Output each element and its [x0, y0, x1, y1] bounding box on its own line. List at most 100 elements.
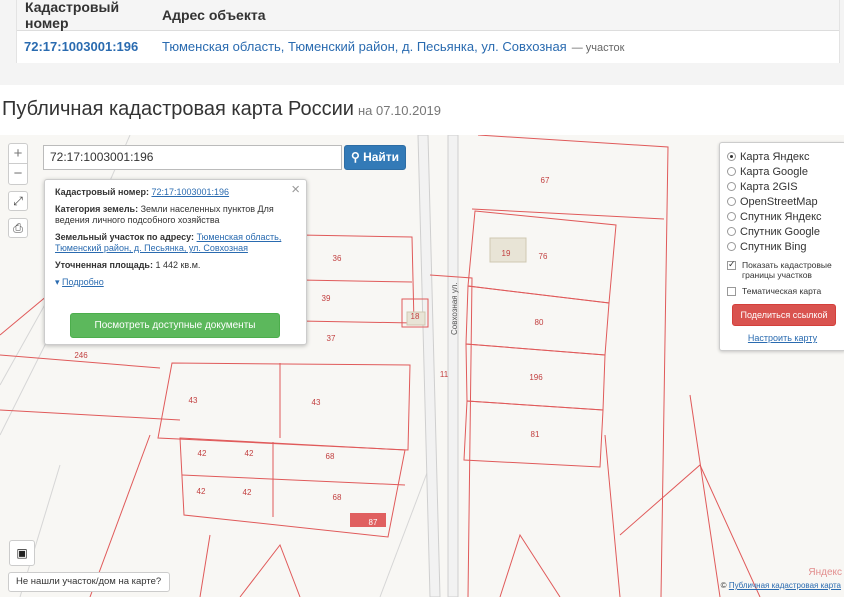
radio-checked-icon[interactable] [727, 152, 736, 161]
page-title-text: Публичная кадастровая карта России [2, 98, 354, 120]
parcel-border [199, 534, 211, 597]
parcel-label: 18 [411, 312, 420, 321]
parcel-label: 43 [189, 396, 198, 405]
search-results-panel: Кадастровый номер Адрес объекта 72:17:10… [0, 0, 844, 85]
header-address: Адрес объекта [162, 7, 266, 23]
parcel-label: 42 [245, 449, 254, 458]
search-icon: ⚲ [350, 150, 360, 164]
copyright-link[interactable]: Публичная кадастровая карта [729, 581, 841, 590]
parcel-border [499, 533, 561, 597]
parcel-border [299, 279, 413, 283]
parcel-label: 39 [322, 294, 331, 303]
thematic-map-label[interactable]: Тематическая карта [742, 286, 821, 296]
print-button[interactable]: ⎙ [8, 218, 28, 238]
radio-icon[interactable] [727, 167, 736, 176]
layer-option[interactable]: Спутник Bing [727, 239, 838, 254]
popup-cadastral-line: Кадастровый номер: 72:17:1003001:196 [55, 187, 296, 198]
popup-category-label: Категория земель: [55, 204, 139, 214]
popup-area-value: 1 442 кв.м. [155, 260, 201, 270]
search-input[interactable]: 72:17:1003001:196 [43, 145, 342, 170]
popup-category-line: Категория земель: Земли населенных пункт… [55, 204, 296, 226]
show-borders-checkbox[interactable]: Показать кадастровые границы участков [727, 259, 838, 280]
result-cadastral-link[interactable]: 72:17:1003001:196 [17, 39, 162, 54]
popup-area-label: Уточненная площадь: [55, 260, 153, 270]
fullscreen-button[interactable]: ⤢ [8, 191, 28, 211]
layer-option-label[interactable]: Спутник Яндекс [740, 211, 822, 223]
layer-option-label[interactable]: Спутник Google [740, 226, 820, 238]
configure-map-link[interactable]: Настроить карту [727, 333, 838, 343]
popup-cadastral-label: Кадастровый номер: [55, 187, 149, 197]
share-link-button[interactable]: Поделиться ссылкой [732, 304, 836, 326]
parcel-label: 246 [74, 351, 88, 360]
yandex-logo: Яндекс [808, 567, 842, 578]
parcel-label: 19 [502, 249, 511, 258]
layer-option[interactable]: Карта 2GIS [727, 179, 838, 194]
radio-icon[interactable] [727, 197, 736, 206]
parcel-border [477, 135, 669, 597]
parcel-label: 87 [369, 518, 378, 527]
parcel-border [181, 474, 406, 486]
show-borders-label[interactable]: Показать кадастровые границы участков [742, 260, 838, 280]
area-select-button[interactable]: ▣ [9, 540, 35, 566]
close-icon[interactable]: × [291, 181, 300, 198]
checkbox-icon[interactable] [727, 287, 736, 296]
popup-more-link[interactable]: ▾ Подробно [55, 277, 296, 288]
search-button-label: Найти [363, 150, 400, 164]
view-documents-button[interactable]: Посмотреть доступные документы [70, 313, 280, 338]
parcel-info-popup: × Кадастровый номер: 72:17:1003001:196 К… [44, 179, 307, 345]
street-label: Совхозная ул. [450, 282, 459, 335]
result-address-text[interactable]: Тюменская область, Тюменский район, д. П… [162, 39, 567, 54]
header-cadastral-number: Кадастровый номер [25, 0, 120, 31]
parcel-label: 81 [531, 430, 540, 439]
layer-option-label[interactable]: Спутник Bing [740, 241, 807, 253]
search-button[interactable]: ⚲ Найти [344, 145, 406, 170]
parcel-label: 80 [535, 318, 544, 327]
parcel-border [689, 394, 721, 597]
copyright-symbol: © [720, 581, 727, 590]
result-address-link[interactable]: Тюменская область, Тюменский район, д. П… [162, 39, 624, 54]
not-found-button[interactable]: Не нашли участок/дом на карте? [8, 572, 170, 592]
parcel-label: 11 [440, 370, 449, 379]
parcel-label: 42 [198, 449, 207, 458]
popup-cadastral-link[interactable]: 72:17:1003001:196 [151, 187, 229, 197]
radio-icon[interactable] [727, 242, 736, 251]
result-object-type: — участок [571, 42, 625, 54]
popup-address-line: Земельный участок по адресу: Тюменская о… [55, 232, 296, 254]
layer-option[interactable]: OpenStreetMap [727, 194, 838, 209]
map-street [447, 135, 459, 597]
parcel-border [239, 543, 301, 597]
layer-option-label[interactable]: OpenStreetMap [740, 196, 818, 208]
table-row[interactable]: 72:17:1003001:196 Тюменская область, Тюм… [17, 31, 839, 62]
parcel-label: 42 [197, 487, 206, 496]
zoom-in-button[interactable]: + [9, 144, 27, 164]
parcel-boundary [299, 234, 415, 324]
layer-option[interactable]: Карта Яндекс [727, 149, 838, 164]
layer-option-label[interactable]: Карта 2GIS [740, 181, 798, 193]
cadastral-map[interactable]: 67 76 19 80 196 81 36 39 18 37 43 43 42 … [0, 135, 844, 597]
popup-address-label: Земельный участок по адресу: [55, 232, 195, 242]
zoom-out-button[interactable]: − [9, 164, 27, 184]
layer-option[interactable]: Спутник Яндекс [727, 209, 838, 224]
layer-option[interactable]: Карта Google [727, 164, 838, 179]
radio-icon[interactable] [727, 182, 736, 191]
map-street [417, 135, 441, 597]
radio-icon[interactable] [727, 227, 736, 236]
zoom-control: + − [8, 143, 28, 185]
parcel-label: 68 [326, 452, 335, 461]
map-layers-panel: Карта Яндекс Карта Google Карта 2GIS Ope… [719, 142, 844, 351]
copyright: © Публичная кадастровая карта [721, 581, 841, 590]
page-date: на 07.10.2019 [357, 103, 442, 118]
thematic-map-checkbox[interactable]: Тематическая карта [727, 286, 838, 296]
parcel-label: 68 [333, 493, 342, 502]
parcel-label: 36 [333, 254, 342, 263]
page-title: Публичная кадастровая карта России на 07.… [2, 98, 441, 121]
popup-more-label[interactable]: Подробно [62, 277, 104, 287]
parcel-border [619, 464, 761, 597]
caret-down-icon: ▾ [55, 277, 60, 287]
layer-option-label[interactable]: Карта Яндекс [740, 151, 809, 163]
radio-icon[interactable] [727, 212, 736, 221]
layer-option-label[interactable]: Карта Google [740, 166, 808, 178]
frame-icon: ▣ [16, 546, 28, 560]
layer-option[interactable]: Спутник Google [727, 224, 838, 239]
checkbox-checked-icon[interactable] [727, 259, 736, 270]
